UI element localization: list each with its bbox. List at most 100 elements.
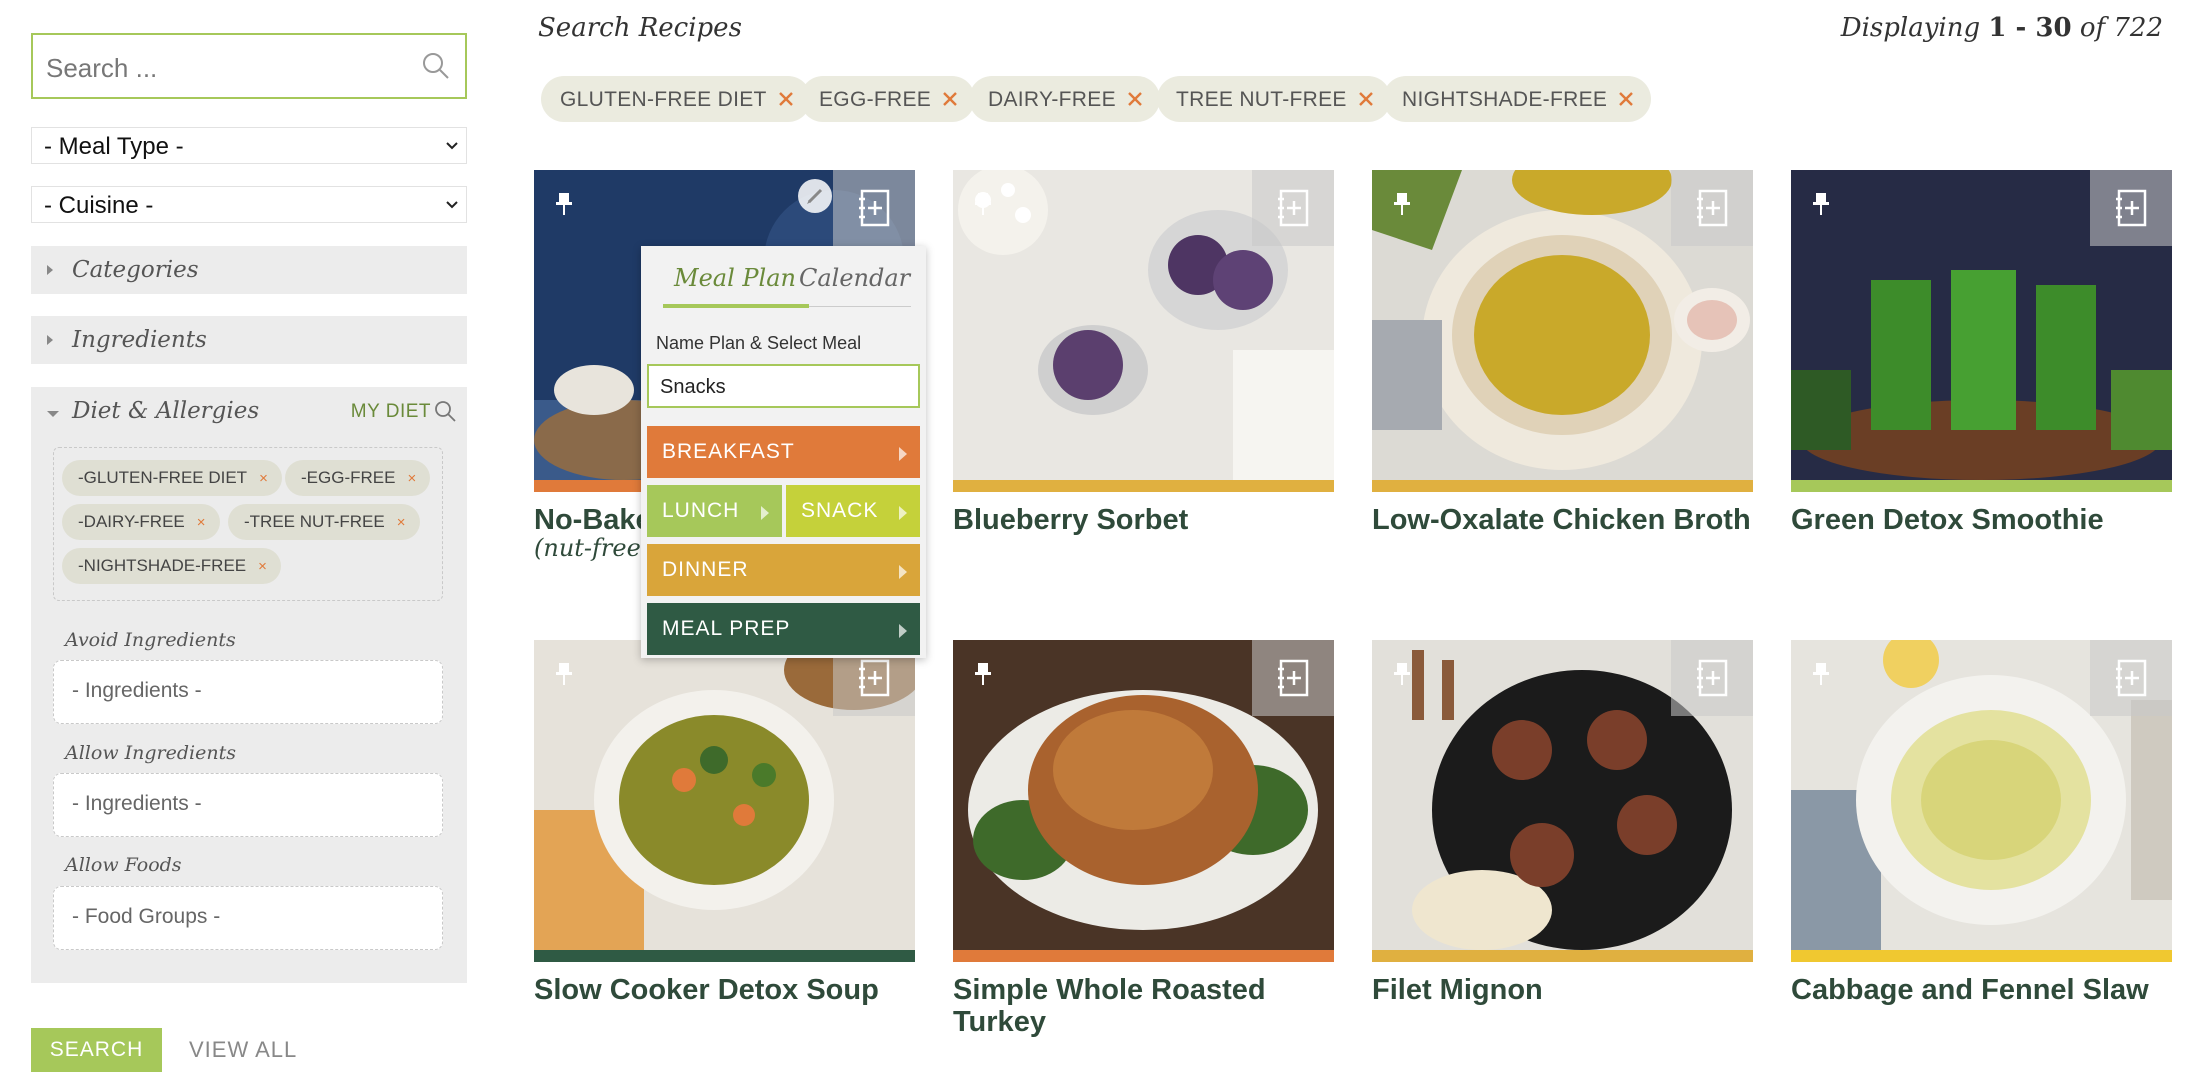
chevron-down-icon: [446, 201, 458, 209]
add-to-plan-icon: [1697, 659, 1728, 697]
remove-icon[interactable]: ×: [407, 470, 416, 487]
caret-down-icon[interactable]: [47, 411, 59, 417]
add-to-plan-button[interactable]: [833, 170, 915, 246]
recipe-title[interactable]: Cabbage and Fennel Slaw: [1791, 974, 2191, 1006]
categories-accordion[interactable]: Categories: [31, 246, 467, 294]
snack-button[interactable]: SNACK: [786, 485, 920, 537]
add-to-plan-button[interactable]: [1252, 170, 1334, 246]
cuisine-select[interactable]: - Cuisine -: [31, 186, 467, 223]
search-button[interactable]: SEARCH: [31, 1028, 162, 1072]
category-stripe: [1791, 480, 2172, 492]
add-to-plan-icon: [859, 189, 890, 227]
breakfast-button[interactable]: BREAKFAST: [647, 426, 920, 478]
add-to-plan-button[interactable]: [1252, 640, 1334, 716]
search-icon[interactable]: [421, 51, 451, 81]
results-count: Displaying 1 - 30 of 722: [1841, 13, 2163, 43]
filter-tag: TREE NUT-FREE: [1157, 76, 1391, 122]
category-stripe: [1791, 950, 2172, 962]
pin-icon[interactable]: [971, 190, 995, 218]
allow-ingredients-input[interactable]: - Ingredients -: [53, 773, 443, 837]
add-to-plan-button[interactable]: [2090, 640, 2172, 716]
breakfast-label: BREAKFAST: [662, 440, 795, 463]
page-title: Search Recipes: [538, 13, 742, 43]
plan-name-value: Snacks: [660, 376, 726, 398]
filter-tag: EGG-FREE: [800, 76, 976, 122]
snack-label: SNACK: [801, 499, 879, 522]
add-to-plan-icon: [2116, 659, 2147, 697]
remove-icon[interactable]: ×: [197, 514, 206, 531]
filter-tag: NIGHTSHADE-FREE: [1383, 76, 1652, 122]
pin-icon[interactable]: [1390, 660, 1414, 688]
add-to-plan-button[interactable]: [1671, 640, 1753, 716]
arrow-right-icon: [899, 506, 907, 520]
filter-tag-label: EGG-FREE: [819, 88, 932, 111]
close-icon[interactable]: [1126, 90, 1144, 108]
diet-tag-label: -TREE NUT-FREE: [244, 512, 385, 531]
diet-tag-chip: -DAIRY-FREE ×: [62, 504, 220, 540]
pin-icon[interactable]: [552, 190, 576, 218]
recipe-title[interactable]: Blueberry Sorbet: [953, 504, 1353, 536]
search-input[interactable]: Search ...: [31, 33, 467, 99]
diet-tag-chip: -GLUTEN-FREE DIET ×: [62, 460, 282, 496]
lunch-label: LUNCH: [662, 499, 740, 522]
pin-icon[interactable]: [1390, 190, 1414, 218]
allow-foods-label: Allow Foods: [65, 854, 182, 876]
remove-icon[interactable]: ×: [397, 514, 406, 531]
close-icon[interactable]: [1357, 90, 1375, 108]
pin-icon[interactable]: [1809, 190, 1833, 218]
close-icon[interactable]: [1617, 90, 1635, 108]
pin-icon[interactable]: [1809, 660, 1833, 688]
add-to-plan-button[interactable]: [2090, 170, 2172, 246]
ingredients-label: Ingredients: [72, 327, 207, 353]
search-placeholder: Search ...: [46, 53, 158, 83]
category-stripe: [953, 480, 1334, 492]
close-icon[interactable]: [777, 90, 795, 108]
view-all-link[interactable]: VIEW ALL: [189, 1037, 297, 1063]
avoid-ingredients-label: Avoid Ingredients: [65, 629, 236, 651]
diet-tag-label: -GLUTEN-FREE DIET: [78, 468, 248, 487]
meal-plan-popup: Meal Plan Calendar Name Plan & Select Me…: [641, 246, 926, 658]
pin-icon[interactable]: [552, 660, 576, 688]
my-diet-link[interactable]: MY DIET: [351, 401, 431, 423]
allow-foods-input[interactable]: - Food Groups -: [53, 886, 443, 950]
remove-icon[interactable]: ×: [259, 470, 268, 487]
add-to-plan-button[interactable]: [1671, 170, 1753, 246]
filter-tag: GLUTEN-FREE DIET: [541, 76, 811, 122]
remove-icon[interactable]: ×: [258, 558, 267, 575]
chevron-down-icon: [446, 142, 458, 150]
plan-name-input[interactable]: Snacks: [647, 364, 920, 408]
active-tab-indicator: [663, 304, 809, 308]
recipe-title[interactable]: Green Detox Smoothie: [1791, 504, 2191, 536]
add-to-plan-icon: [1697, 189, 1728, 227]
dinner-button[interactable]: DINNER: [647, 544, 920, 596]
recipe-title[interactable]: Slow Cooker Detox Soup: [534, 974, 934, 1006]
meal-type-label: - Meal Type -: [44, 133, 184, 160]
arrow-right-icon: [761, 506, 769, 520]
recipe-title[interactable]: Filet Mignon: [1372, 974, 1772, 1006]
filter-tag-label: GLUTEN-FREE DIET: [560, 88, 767, 111]
tab-meal-plan[interactable]: Meal Plan: [674, 264, 796, 292]
category-stripe: [1372, 480, 1753, 492]
ingredients-accordion[interactable]: Ingredients: [31, 316, 467, 364]
recipe-title[interactable]: Low-Oxalate Chicken Broth: [1372, 504, 1772, 536]
avoid-ingredients-input[interactable]: - Ingredients -: [53, 660, 443, 724]
diet-tag-chip: -TREE NUT-FREE ×: [228, 504, 420, 540]
edit-button[interactable]: [798, 179, 832, 213]
search-icon[interactable]: [433, 399, 457, 423]
tab-calendar[interactable]: Calendar: [799, 264, 910, 292]
allow-ingredients-placeholder: - Ingredients -: [72, 792, 202, 815]
diet-allergies-title[interactable]: Diet & Allergies: [72, 398, 259, 424]
meal-type-select[interactable]: - Meal Type -: [31, 127, 467, 164]
allow-foods-placeholder: - Food Groups -: [72, 905, 221, 928]
recipe-title[interactable]: Simple Whole Roasted Turkey: [953, 974, 1353, 1038]
category-stripe: [953, 950, 1334, 962]
of-label: of: [2079, 13, 2106, 43]
pencil-icon: [807, 188, 823, 204]
pin-icon[interactable]: [971, 660, 995, 688]
lunch-button[interactable]: LUNCH: [647, 485, 782, 537]
close-icon[interactable]: [941, 90, 959, 108]
meal-prep-button[interactable]: MEAL PREP: [647, 603, 920, 655]
category-stripe: [1372, 950, 1753, 962]
category-stripe: [534, 950, 915, 962]
arrow-right-icon: [899, 624, 907, 638]
